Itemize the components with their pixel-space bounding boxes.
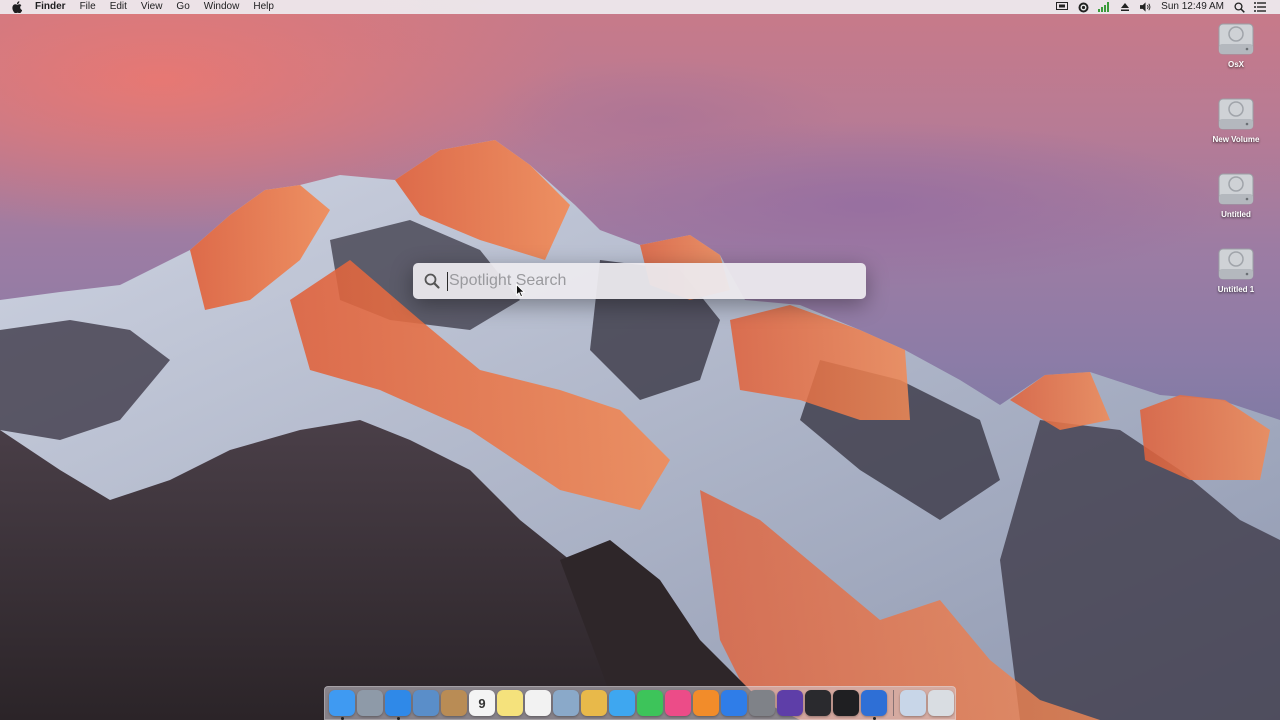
menu-finder[interactable]: Finder xyxy=(28,0,73,14)
disk-label: OsX xyxy=(1227,60,1244,69)
hard-drive-icon xyxy=(1217,20,1255,58)
signal-icon[interactable] xyxy=(1098,1,1110,13)
mail-icon[interactable] xyxy=(413,690,439,716)
imovie-icon[interactable] xyxy=(777,690,803,716)
apple-menu-icon[interactable] xyxy=(10,0,24,14)
desktop-disk-new-volume[interactable]: New Volume xyxy=(1201,95,1271,144)
disk-label: Untitled 1 xyxy=(1217,285,1255,294)
menu-help[interactable]: Help xyxy=(246,0,281,14)
launchpad-icon[interactable] xyxy=(357,690,383,716)
dock-right-section xyxy=(900,690,954,716)
dock-separator xyxy=(893,690,894,716)
system-preferences-icon[interactable] xyxy=(749,690,775,716)
desktop-disk-untitled-1[interactable]: Untitled 1 xyxy=(1201,245,1271,294)
calendar-icon[interactable]: 9 xyxy=(469,690,495,716)
hard-drive-icon xyxy=(1217,95,1255,133)
reminders-icon[interactable] xyxy=(525,690,551,716)
volume-icon[interactable] xyxy=(1140,1,1152,13)
spotlight-search-icon[interactable] xyxy=(1233,1,1245,13)
menu-view[interactable]: View xyxy=(134,0,170,14)
spotlight-panel xyxy=(413,263,866,299)
mountain-wallpaper xyxy=(0,140,1280,720)
messages-icon[interactable] xyxy=(609,690,635,716)
xcode-icon[interactable] xyxy=(861,690,887,720)
desktop-disk-osx[interactable]: OsX xyxy=(1201,20,1271,69)
search-icon xyxy=(423,272,441,290)
app-store-icon[interactable] xyxy=(721,690,747,716)
desktop-disk-untitled[interactable]: Untitled xyxy=(1201,170,1271,219)
menu-clock[interactable]: Sun 12:49 AM xyxy=(1161,0,1224,14)
contacts-icon[interactable] xyxy=(441,690,467,716)
menu-window[interactable]: Window xyxy=(197,0,247,14)
dock: 9 xyxy=(324,686,956,720)
trash-icon[interactable] xyxy=(928,690,954,716)
notes-icon[interactable] xyxy=(497,690,523,716)
menu-file[interactable]: File xyxy=(73,0,103,14)
safari-icon[interactable] xyxy=(385,690,411,720)
desktop-wallpaper xyxy=(0,0,1280,720)
downloads-stack-icon[interactable] xyxy=(900,690,926,716)
facetime-icon[interactable] xyxy=(637,690,663,716)
dock-app-list: 9 xyxy=(329,690,887,720)
menu-go[interactable]: Go xyxy=(169,0,196,14)
menu-bar: Finder File Edit View Go Window Help Sun… xyxy=(0,0,1280,14)
spotlight-search-input[interactable] xyxy=(448,266,849,296)
photos-icon[interactable] xyxy=(581,690,607,716)
itunes-icon[interactable] xyxy=(665,690,691,716)
status-area: Sun 12:49 AM xyxy=(1056,0,1280,14)
notification-center-icon[interactable] xyxy=(1254,1,1266,13)
creative-cloud-icon[interactable] xyxy=(1077,1,1089,13)
disk-label: New Volume xyxy=(1212,135,1260,144)
hard-drive-icon xyxy=(1217,170,1255,208)
menu-edit[interactable]: Edit xyxy=(103,0,134,14)
logic-pro-icon[interactable] xyxy=(805,690,831,716)
piano-keys-icon[interactable] xyxy=(833,690,859,716)
ibooks-icon[interactable] xyxy=(693,690,719,716)
mouse-cursor-icon xyxy=(516,283,526,303)
preview-icon[interactable] xyxy=(553,690,579,716)
finder-icon[interactable] xyxy=(329,690,355,720)
disk-label: Untitled xyxy=(1221,210,1251,219)
airplay-icon[interactable] xyxy=(1056,1,1069,13)
hard-drive-icon xyxy=(1217,245,1255,283)
eject-icon[interactable] xyxy=(1119,1,1131,13)
